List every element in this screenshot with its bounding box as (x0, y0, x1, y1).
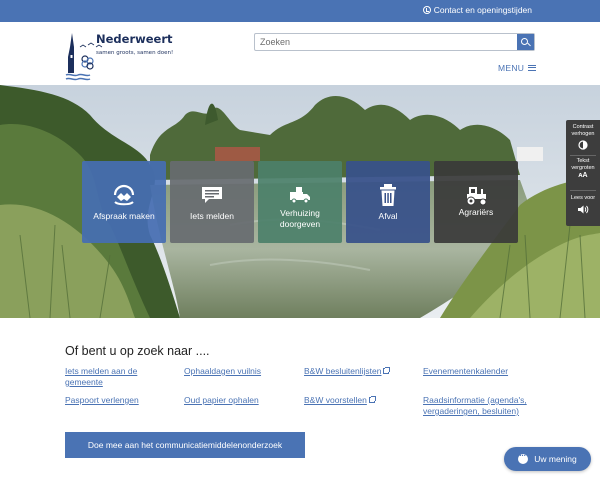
contrast-toggle[interactable]: Contrast verhogen (566, 124, 600, 153)
tile-afval[interactable]: Afval (346, 161, 430, 243)
chat-icon (518, 451, 529, 464)
link-label: Iets melden aan de (65, 366, 138, 376)
tile-iets-melden[interactable]: Iets melden (170, 161, 254, 243)
quick-links-title: Of bent u op zoek naar .... (65, 344, 210, 358)
external-link-icon (368, 396, 376, 403)
link-label: gemeente (65, 377, 103, 387)
feedback-button[interactable]: Uw mening (504, 447, 591, 471)
feedback-label: Uw mening (534, 454, 577, 464)
contrast-label-2: verhogen (571, 130, 595, 137)
panel-divider (570, 155, 596, 156)
logo-name: Nederweert (96, 32, 173, 46)
link-bw-besluitenlijsten[interactable]: B&W besluitenlijsten (304, 366, 391, 377)
search-box (254, 33, 535, 51)
menu-label: MENU (498, 63, 525, 73)
speaker-icon (577, 205, 588, 213)
logo-tagline: samen groots, samen doen! (96, 50, 174, 56)
link-label: vergaderingen, besluiten) (423, 406, 519, 416)
tile-label: Afval (378, 211, 398, 221)
link-label: B&W voorstellen (304, 395, 367, 405)
tile-verhuizing-doorgeven[interactable]: Verhuizing doorgeven (258, 161, 342, 243)
text-label-2: vergroten (571, 164, 595, 171)
text-size-icon: ᴀA (578, 172, 588, 179)
contrast-icon (578, 140, 588, 150)
link-raadsinformatie[interactable]: Raadsinformatie (agenda's, vergaderingen… (423, 395, 527, 417)
menu-button[interactable]: MENU (498, 63, 537, 73)
link-paspoort-verlengen[interactable]: Paspoort verlengen (65, 395, 139, 406)
contact-link-label: Contact en openingstijden (433, 5, 532, 15)
search-button[interactable] (517, 34, 534, 50)
link-label: Raadsinformatie (agenda's, (423, 395, 527, 405)
link-label: Evenementenkalender (423, 366, 509, 376)
link-oud-papier-ophalen[interactable]: Oud papier ophalen (184, 395, 259, 406)
tile-label: Verhuizing doorgeven (279, 208, 321, 229)
link-label: B&W besluitenlijsten (304, 366, 382, 376)
contact-link[interactable]: Contact en openingstijden (422, 5, 532, 15)
calendar-handshake-icon (113, 184, 135, 206)
external-link-icon (383, 367, 391, 374)
tile-agrariers[interactable]: Agrariërs (434, 161, 518, 243)
tile-label: Agrariërs (458, 207, 494, 217)
cta-label: Doe mee aan het communicatiemiddelenonde… (87, 440, 283, 450)
link-ophaaldagen-vuilnis[interactable]: Ophaaldagen vuilnis (184, 366, 261, 377)
tile-afspraak-maken[interactable]: Afspraak maken (82, 161, 166, 243)
search-input[interactable] (255, 34, 517, 50)
text-size-toggle[interactable]: Tekst vergroten ᴀA (566, 158, 600, 180)
link-bw-voorstellen[interactable]: B&W voorstellen (304, 395, 376, 406)
tile-label: Afspraak maken (93, 211, 155, 221)
read-aloud-toggle[interactable]: Lees voor (566, 195, 600, 216)
link-label: Oud papier ophalen (184, 395, 259, 405)
link-iets-melden-gemeente[interactable]: Iets melden aan de gemeente (65, 366, 137, 388)
top-utility-bar: Contact en openingstijden (0, 0, 600, 22)
survey-cta-button[interactable]: Doe mee aan het communicatiemiddelenonde… (65, 432, 305, 458)
hamburger-icon (528, 65, 537, 71)
read-label: Lees voor (570, 195, 596, 201)
moving-truck-icon (290, 187, 310, 204)
link-label: Paspoort verlengen (65, 395, 139, 405)
speech-bubble-icon (202, 187, 222, 203)
link-evenementenkalender[interactable]: Evenementenkalender (423, 366, 508, 377)
trash-can-icon (380, 184, 396, 206)
site-header: Nederweert samen groots, samen doen! (0, 22, 600, 85)
link-label: Ophaaldagen vuilnis (184, 366, 262, 376)
panel-divider (570, 190, 596, 191)
accessibility-panel: Contrast verhogen Tekst vergroten ᴀA Lee… (566, 120, 600, 226)
tile-label: Iets melden (190, 211, 234, 221)
search-icon (521, 37, 528, 45)
tractor-icon (466, 187, 487, 206)
clock-icon (422, 6, 431, 14)
